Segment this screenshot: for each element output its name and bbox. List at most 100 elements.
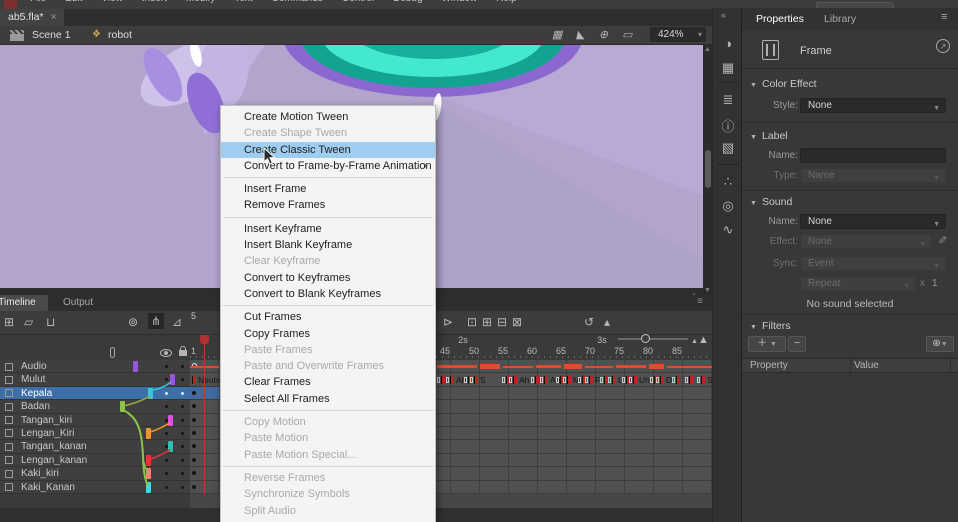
visibility-dot[interactable] [165,472,168,475]
Kaki_Kanan[interactable]: Kaki_Kanan [0,481,190,494]
lock-dot[interactable] [181,486,184,489]
menu-item[interactable]: Create Classic Tween [221,142,435,158]
visibility-dot[interactable] [165,392,168,395]
layer-name[interactable]: Badan [21,401,50,413]
menubar-item[interactable]: File [30,0,46,4]
menu-item[interactable]: Paste Frames [221,342,435,358]
lock-dot[interactable] [181,445,184,448]
layer-name[interactable]: Lengan_kanan [21,455,87,467]
breadcrumb-symbol[interactable]: robot [108,29,132,42]
motion-editor-panel-icon[interactable]: ∿ [713,222,743,238]
rig-marker[interactable] [146,455,151,466]
clip-icon[interactable]: ▦ [552,28,562,41]
visibility-dot[interactable] [165,419,168,422]
document-tab[interactable]: ab5.fla*× [0,9,64,26]
export-frames-icon[interactable]: ⊳ [443,315,453,329]
rig-marker[interactable] [168,441,173,452]
menubar-item[interactable]: Edit [65,0,82,4]
close-tab-icon[interactable]: × [51,12,57,23]
swatches-panel-icon[interactable]: ▦ [713,60,743,76]
help-icon[interactable]: ↗ [936,39,950,53]
eye-visibility-icon[interactable] [160,349,172,357]
menu-item[interactable] [223,410,433,411]
new-folder-icon[interactable]: ▱ [24,315,33,329]
layer-name[interactable]: Audio [21,361,47,373]
menubar-item[interactable]: View [101,0,123,4]
transform-panel-icon[interactable]: ▧ [713,140,743,156]
menubar-item[interactable]: Insert [142,0,167,4]
rig-marker[interactable] [170,374,175,385]
visibility-dot[interactable] [165,365,168,368]
section-filters[interactable]: ▼Filters [750,320,791,332]
scroll-up-icon[interactable]: ▲ [704,46,711,53]
rig-marker[interactable] [133,361,138,372]
Mulut[interactable]: Mulut [0,373,190,386]
menubar-item[interactable]: Control [342,0,374,4]
lock-dot[interactable] [181,472,184,475]
menubar-item[interactable]: Debug [393,0,422,4]
keyframe-label[interactable]: L [608,375,623,385]
layer-name[interactable]: Kaki_Kanan [21,482,75,494]
graph-view-icon[interactable]: ⊿ [172,315,182,329]
sound-name-select[interactable]: None▼ [800,214,946,229]
add-filter-button[interactable]: ＋ ▼ [748,336,786,352]
layer-name[interactable]: Kepala [21,388,52,400]
tab-properties[interactable]: Properties [756,8,804,30]
keyframe-indicator[interactable] [192,458,196,462]
panel-menu-icon[interactable]: ≡ [697,296,703,307]
keyframe-label[interactable]: S [470,375,486,385]
menu-item[interactable]: Insert Keyframe [221,221,435,237]
color-panel-icon[interactable]: ◑ [713,36,743,51]
lock-dot[interactable] [181,405,184,408]
layer-name[interactable]: Kaki_kiri [21,468,59,480]
keyframe-label[interactable]: Uh [629,375,650,385]
keyframe-label[interactable] [672,375,682,385]
repeat-times-value[interactable]: 1 [932,278,938,289]
visibility-dot[interactable] [165,405,168,408]
tab-output[interactable]: Output [52,295,104,311]
layer-name[interactable]: Tangan_kanan [21,441,87,453]
menubar-item[interactable]: Modify [186,0,215,4]
layer-name[interactable]: Mulut [21,374,45,386]
menu-item[interactable]: Paste Motion [221,430,435,446]
menu-item[interactable] [223,305,433,306]
menu-item[interactable]: Copy Motion [221,414,435,430]
menu-item[interactable]: Synchronize Symbols [221,486,435,502]
menu-item[interactable] [223,466,433,467]
Lengan_kanan[interactable]: Lengan_kanan [0,454,190,467]
lock-dot[interactable] [181,392,184,395]
menu-item[interactable]: Paste Motion Special... [221,447,435,463]
menubar-item[interactable]: Help [496,0,517,4]
keyframe-indicator[interactable] [192,404,196,408]
section-sound[interactable]: ▼Sound [750,196,792,208]
panel-menu-icon[interactable]: ≡ [941,11,947,23]
cc-libraries-panel-icon[interactable]: ◎ [713,198,743,214]
onion-skin-icon[interactable]: ⊞ [482,315,492,329]
new-layer-icon[interactable]: ⊞ [4,315,14,329]
paint-bucket-icon[interactable]: ◣ [576,28,584,41]
menu-item[interactable]: Create Motion Tween [221,109,435,125]
label-name-input[interactable] [800,148,946,163]
Badan[interactable]: Badan [0,400,190,413]
keyframe-indicator[interactable] [192,444,196,448]
lock-column-icon[interactable] [179,350,187,356]
sound-effect-select[interactable]: None▼ [800,234,932,249]
rig-parenting-view-icon[interactable]: ⋔ [148,313,164,329]
visibility-dot[interactable] [165,486,168,489]
Tangan_kiri[interactable]: Tangan_kiri [0,414,190,427]
visibility-dot[interactable] [165,378,168,381]
menubar-item[interactable]: Commands [272,0,323,4]
visibility-dot[interactable] [165,459,168,462]
section-label[interactable]: ▼Label [750,130,788,142]
rig-marker[interactable] [146,468,151,479]
menu-item[interactable]: Convert to Blank Keyframes [221,286,435,302]
scrollbar-thumb[interactable] [705,150,711,188]
rig-marker[interactable] [146,428,151,439]
loop-playback-icon[interactable]: ↺ [584,315,594,329]
Kaki_kiri[interactable]: Kaki_kiri [0,467,190,480]
layer-name[interactable]: Lengan_Kiri [21,428,74,440]
menu-item[interactable] [223,177,433,178]
Tangan_kanan[interactable]: Tangan_kanan [0,440,190,453]
menu-item[interactable]: Create Shape Tween [221,125,435,141]
keyframe-indicator[interactable] [192,471,196,475]
